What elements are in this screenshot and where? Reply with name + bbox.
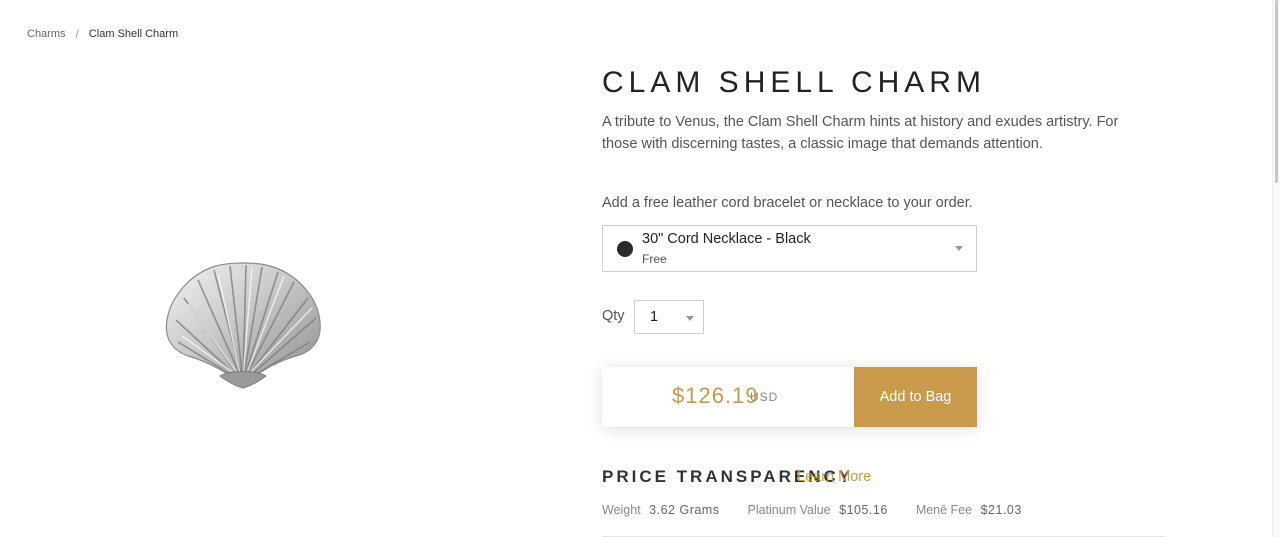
color-swatch-icon bbox=[617, 241, 633, 257]
weight-detail: Weight 3.62 Grams bbox=[602, 503, 719, 517]
purchase-box: $126.19 USD Add to Bag bbox=[602, 367, 977, 427]
quantity-value: 1 bbox=[650, 309, 659, 325]
price-transparency-details: Weight 3.62 Grams Platinum Value $105.16… bbox=[602, 503, 1050, 517]
scrollbar-thumb[interactable] bbox=[1275, 0, 1278, 183]
mene-fee-value: $21.03 bbox=[980, 503, 1022, 517]
quantity-select[interactable]: 1 bbox=[634, 300, 704, 334]
chevron-down-icon bbox=[955, 246, 963, 251]
clam-shell-charm-image bbox=[158, 258, 328, 393]
product-description: A tribute to Venus, the Clam Shell Charm… bbox=[602, 114, 1119, 152]
quantity-label: Qty bbox=[602, 308, 625, 324]
addon-label: Add a free leather cord bracelet or neck… bbox=[602, 195, 973, 211]
breadcrumb-separator: / bbox=[75, 27, 79, 41]
learn-more-link[interactable]: Learn More bbox=[797, 469, 871, 485]
addon-selected-name: 30" Cord Necklace - Black bbox=[642, 231, 811, 247]
breadcrumb-link-charms[interactable]: Charms bbox=[27, 28, 66, 40]
addon-select-dropdown[interactable]: 30" Cord Necklace - Black Free bbox=[602, 225, 977, 272]
platinum-value-detail: Platinum Value $105.16 bbox=[747, 503, 887, 517]
page-scrollbar[interactable] bbox=[1272, 0, 1280, 537]
breadcrumb: Charms / Clam Shell Charm bbox=[27, 27, 178, 41]
product-title: CLAM SHELL CHARM bbox=[602, 66, 986, 99]
mene-fee-detail: Menē Fee $21.03 bbox=[916, 503, 1022, 517]
weight-label: Weight bbox=[602, 503, 641, 517]
addon-selected-price: Free bbox=[642, 252, 667, 266]
breadcrumb-current: Clam Shell Charm bbox=[88, 28, 179, 40]
product-price: $126.19 bbox=[672, 383, 759, 408]
weight-value: 3.62 Grams bbox=[649, 503, 720, 517]
chevron-down-icon bbox=[686, 316, 694, 321]
mene-fee-label: Menē Fee bbox=[915, 503, 973, 517]
price-currency: USD bbox=[750, 390, 779, 404]
add-to-bag-button[interactable]: Add to Bag bbox=[854, 367, 977, 427]
platinum-value-value: $105.16 bbox=[839, 503, 888, 517]
platinum-value-label: Platinum Value bbox=[747, 503, 831, 517]
